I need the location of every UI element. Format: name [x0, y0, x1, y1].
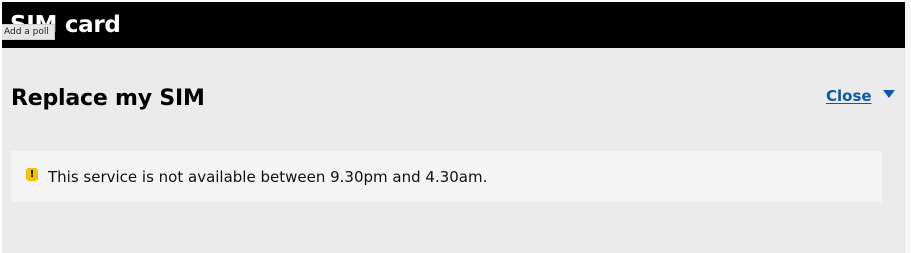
section-title: Replace my SIM: [11, 86, 205, 111]
notice-message: This service is not available between 9.…: [48, 168, 488, 186]
close-label: Close: [826, 87, 872, 105]
warning-icon: !: [26, 168, 38, 181]
service-notice: ! This service is not available between …: [11, 151, 882, 202]
page-header: SIM card Add a poll: [2, 2, 905, 48]
add-poll-tooltip: Add a poll: [2, 24, 55, 40]
chevron-down-icon: [882, 90, 895, 98]
close-button[interactable]: Close: [826, 86, 895, 106]
page-frame: SIM card Add a poll Replace my SIM Close…: [2, 2, 905, 253]
scrollbar-track[interactable]: [905, 0, 911, 253]
